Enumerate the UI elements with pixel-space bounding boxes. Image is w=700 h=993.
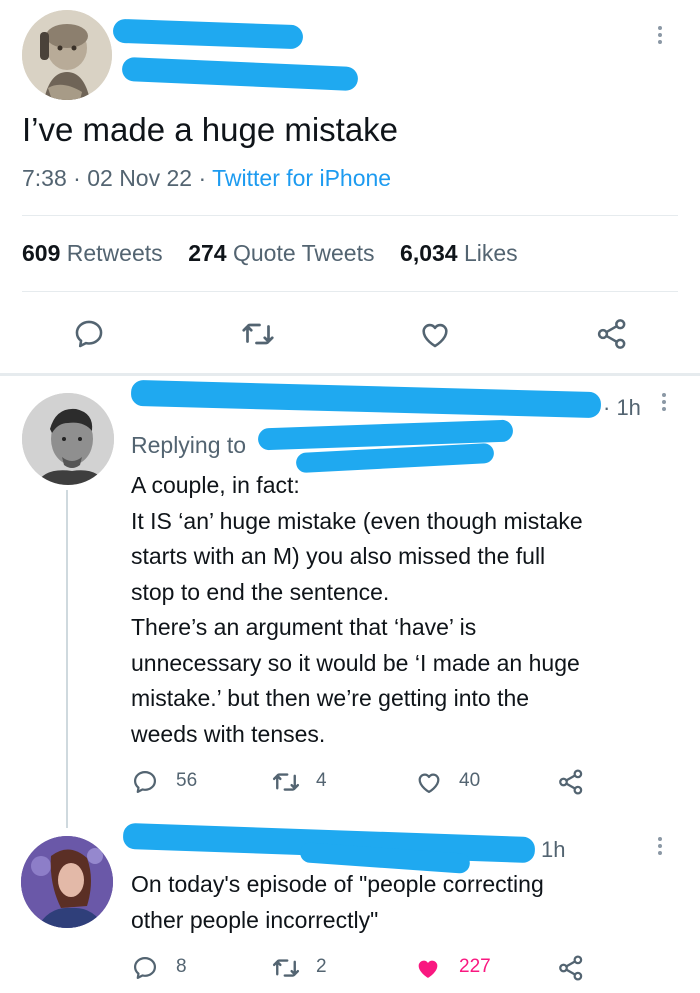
reply-text-line: mistake.’ but then we’re getting into th… [131, 685, 530, 711]
share-icon[interactable] [556, 767, 586, 797]
reply-text-line: A couple, in fact: [131, 472, 300, 498]
reply-text-line: It IS ‘an’ huge mistake (even though mis… [131, 507, 583, 534]
like-icon[interactable] [415, 768, 443, 796]
reply-text-line: other people incorrectly" [131, 906, 379, 933]
quotes-stat[interactable]: 274 Quote Tweets [188, 240, 381, 266]
divider [22, 215, 678, 216]
quotes-count: 274 [188, 240, 227, 266]
reply-text-line: On today's episode of "people correcting [131, 871, 544, 897]
reply-text-line: starts with an M) you also missed the fu… [131, 543, 546, 569]
reply-count: 8 [176, 956, 187, 977]
redacted-display-name [112, 18, 304, 50]
likes-count: 6,034 [400, 240, 458, 266]
thread-line [66, 490, 68, 828]
retweet-icon[interactable] [271, 953, 301, 983]
likes-label: Likes [463, 240, 518, 266]
tweet-time: 7:38 [22, 165, 67, 191]
tweet-source-link[interactable]: Twitter for iPhone [212, 165, 391, 191]
reply-time: 1h [541, 837, 566, 862]
reply-text-line: stop to end the sentence. [131, 578, 390, 605]
reply-text: On today's episode of "people correcting… [131, 867, 544, 938]
reply-count: 56 [176, 770, 198, 791]
avatar-photo [22, 10, 112, 100]
divider [0, 373, 700, 376]
like-count: 40 [459, 770, 481, 791]
retweets-count: 609 [22, 240, 61, 266]
author-avatar[interactable] [22, 10, 112, 100]
more-options-icon[interactable] [656, 834, 664, 858]
more-options-icon[interactable] [660, 390, 668, 414]
tweet-date: 02 Nov 22 [87, 165, 193, 191]
avatar-photo [21, 836, 113, 928]
reply-avatar[interactable] [22, 393, 114, 485]
reply-avatar[interactable] [21, 836, 113, 928]
retweet-count: 4 [316, 770, 327, 791]
quotes-label: Quote Tweets [232, 240, 375, 266]
divider [22, 291, 678, 292]
avatar-photo [22, 393, 114, 485]
reply-time: · 1h [603, 395, 641, 420]
redacted-display-name [130, 379, 602, 419]
like-icon[interactable] [418, 317, 452, 351]
reply-text-line: unnecessary so it would be ‘I made an hu… [131, 649, 580, 676]
share-icon[interactable] [556, 953, 586, 983]
retweet-icon[interactable] [240, 316, 276, 352]
tweet-stats: 609 Retweets 274 Quote Tweets 6,034 Like… [22, 238, 518, 268]
redacted-handle [121, 56, 359, 92]
replying-to-label: Replying to [131, 432, 247, 458]
likes-stat[interactable]: 6,034 Likes [400, 240, 518, 266]
meta-separator: · [198, 165, 207, 191]
liked-heart-icon[interactable] [413, 954, 443, 982]
reply-icon[interactable] [131, 768, 159, 796]
share-icon[interactable] [594, 316, 630, 352]
retweet-icon[interactable] [271, 767, 301, 797]
retweets-label: Retweets [66, 240, 163, 266]
reply-text-line: There’s an argument that ‘have’ is [131, 614, 477, 640]
retweets-stat[interactable]: 609 Retweets [22, 240, 169, 266]
reply-icon[interactable] [131, 954, 159, 982]
reply-text: A couple, in fact: It IS ‘an’ huge mista… [131, 468, 583, 752]
reply-text-line: weeds with tenses. [131, 720, 326, 747]
like-count: 227 [459, 956, 491, 977]
tweet-meta: 7:38 · 02 Nov 22 · Twitter for iPhone [22, 163, 391, 193]
tweet-text: I’ve made a huge mistake [22, 111, 399, 148]
more-options-icon[interactable] [656, 23, 664, 47]
retweet-count: 2 [316, 956, 327, 977]
meta-separator: · [73, 165, 81, 191]
reply-icon[interactable] [72, 317, 106, 351]
